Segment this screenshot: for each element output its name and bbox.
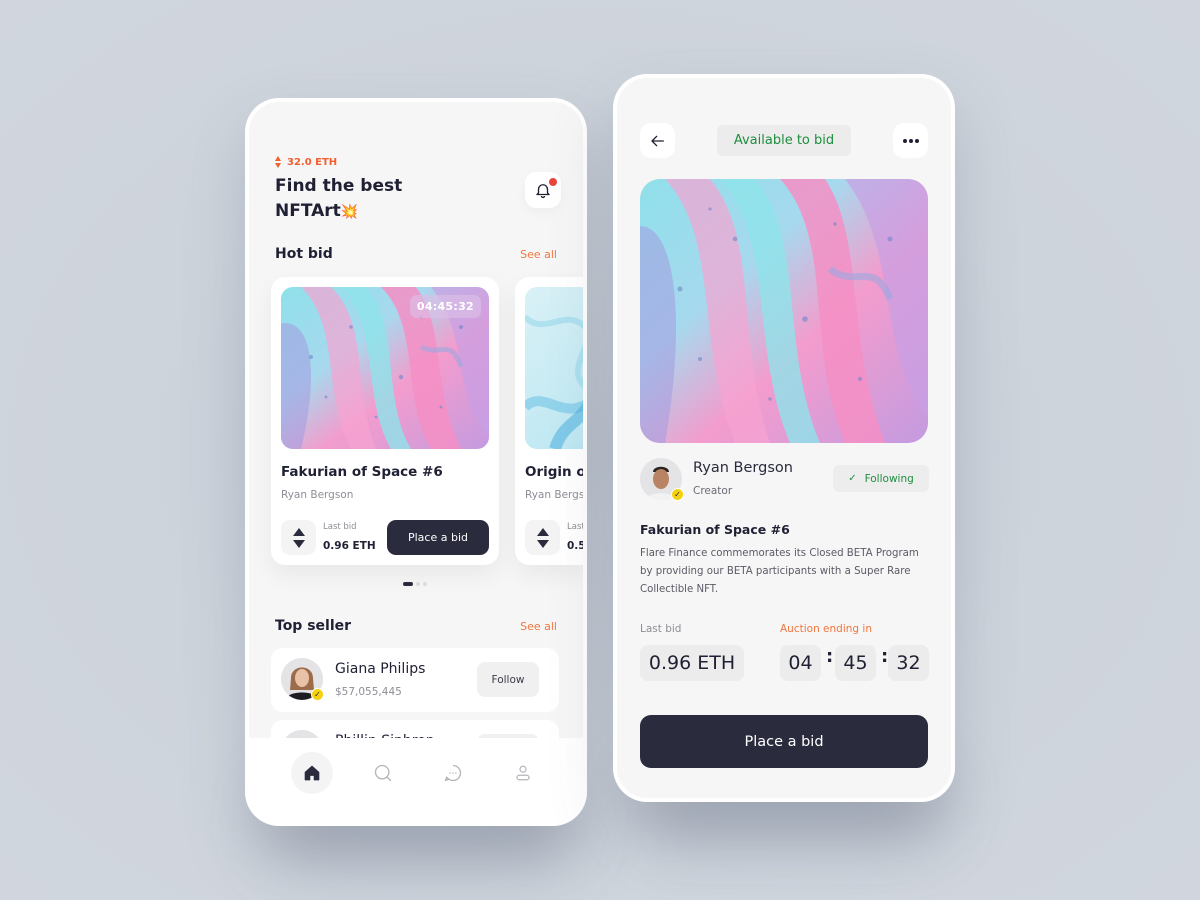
nft-description: Flare Finance commemorates its Closed BE… [640,548,919,595]
detail-screen-phone: Available to bid ✓ Ryan Bergson Creator … [613,74,955,802]
balance-value: 32.0 ETH [287,156,338,168]
seller-name: Giana Philips [335,661,426,677]
seller-row[interactable]: ✓ Giana Philips $57,055,445 Follow [271,648,559,712]
notification-badge [548,177,558,187]
hot-bid-heading: Hot bid [275,246,333,262]
wallet-balance: 32.0 ETH [275,156,337,168]
nft-artwork [525,287,583,449]
bottom-navigation [249,738,583,822]
nft-artwork: 04:45:32 [281,287,489,449]
carousel-dot[interactable] [416,582,420,586]
user-icon [516,765,530,781]
ethereum-badge [525,520,560,555]
creator-role: Creator [693,485,733,497]
more-horizontal-icon [902,138,919,143]
place-bid-button[interactable]: Place a bid [387,520,489,555]
nft-title: Fakurian of Space #6 [281,464,443,480]
following-button[interactable]: ✓ Following [833,465,929,492]
availability-status: Available to bid [717,125,851,156]
carousel-indicator [403,582,427,586]
detail-screen: Available to bid ✓ Ryan Bergson Creator … [617,78,951,798]
ethereum-badge [281,520,316,555]
last-bid-label: Last bid [640,623,682,635]
collision-emoji-icon: 💥 [340,204,359,220]
nft-author: Ryan Bergson [525,489,583,501]
last-bid-value: 0.96 ETH [640,645,744,681]
home-icon [304,765,320,781]
nav-home[interactable] [291,752,333,794]
nft-title: Origin of [525,464,583,480]
follow-button[interactable]: Follow [477,662,539,697]
home-screen: 32.0 ETH Find the best NFTArt💥 Hot bid S… [249,102,583,822]
ethereum-icon [292,527,305,548]
carousel-dot-active[interactable] [403,582,413,586]
arrow-left-icon [650,135,664,146]
back-button[interactable] [640,123,675,158]
ethereum-icon [275,156,282,168]
nav-messages[interactable] [432,752,474,794]
chat-icon [444,764,462,782]
place-bid-button[interactable]: Place a bid [640,715,928,768]
nft-title: Fakurian of Space #6 [640,522,790,537]
top-seller-see-all-link[interactable]: See all [520,620,557,633]
following-label: Following [864,472,914,485]
search-icon [374,764,392,782]
creator-name: Ryan Bergson [693,460,793,476]
page-title: Find the best NFTArt💥 [275,174,475,225]
nav-search[interactable] [362,752,404,794]
verified-badge-icon: ✓ [671,488,684,501]
seller-sales-value: $57,055,445 [335,686,402,698]
check-icon: ✓ [848,473,857,484]
countdown-seconds: 32 [888,645,929,681]
top-seller-heading: Top seller [275,618,352,634]
last-bid-value: 0.5 [567,540,583,552]
nft-card[interactable]: Origin of Ryan Bergson Last bid 0.5 [515,277,583,565]
countdown-hours: 04 [780,645,821,681]
last-bid-value: 0.96 ETH [323,540,376,552]
carousel-dot[interactable] [423,582,427,586]
ethereum-icon [536,527,549,548]
nft-artwork-large [640,179,928,443]
nav-profile[interactable] [502,752,544,794]
last-bid-label: Last bid [323,522,357,532]
nft-author: Ryan Bergson [281,489,354,501]
auction-ending-label: Auction ending in [780,623,872,635]
countdown-separator: : [826,646,834,667]
headline-line-1: Find the best [275,176,403,196]
home-screen-phone: 32.0 ETH Find the best NFTArt💥 Hot bid S… [245,98,587,826]
last-bid-label: Last bid [567,522,583,532]
verified-badge-icon: ✓ [311,688,324,701]
nft-card[interactable]: 04:45:32 Fakurian of Space #6 Ryan Bergs… [271,277,499,565]
hot-bid-see-all-link[interactable]: See all [520,248,557,261]
countdown-minutes: 45 [835,645,876,681]
more-options-button[interactable] [893,123,928,158]
headline-line-2: NFTArt [275,201,341,221]
notifications-button[interactable] [525,172,561,208]
countdown-badge: 04:45:32 [409,295,481,318]
